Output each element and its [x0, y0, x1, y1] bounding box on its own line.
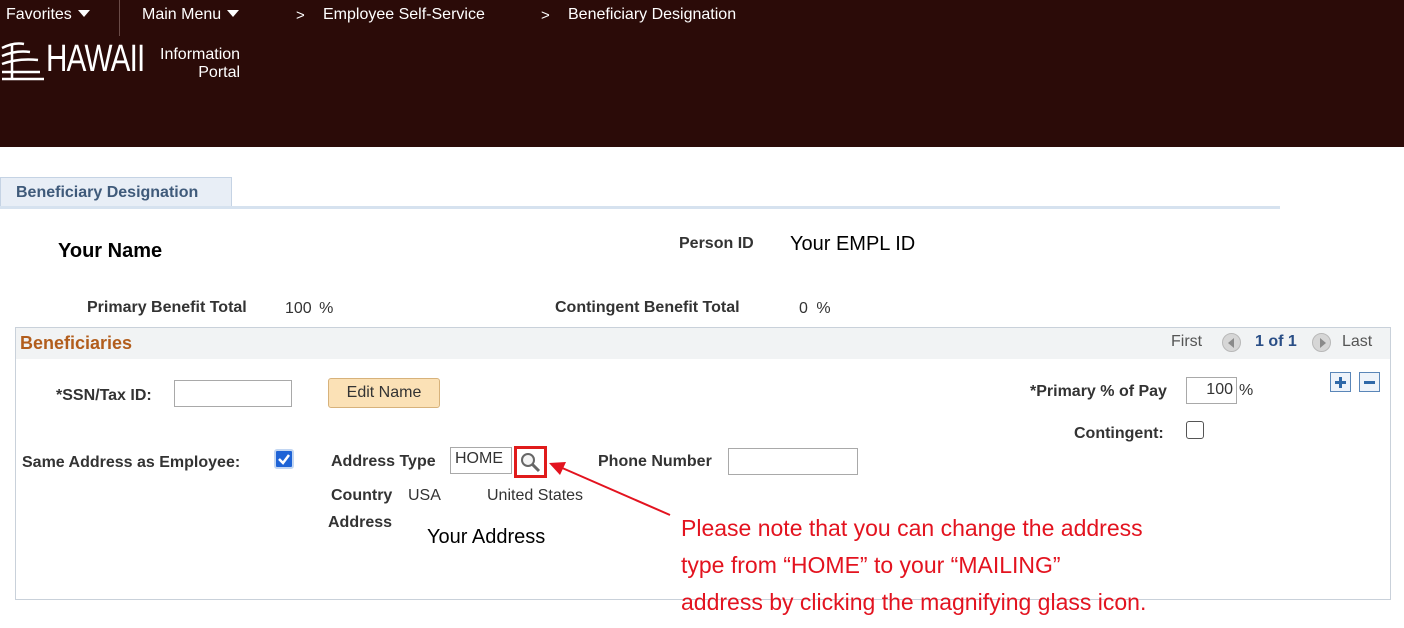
same-address-checkbox[interactable] [274, 449, 294, 469]
logo-subtitle-line2: Portal [198, 64, 241, 81]
address-type-label: Address Type [331, 453, 436, 470]
contingent-benefit-total-label: Contingent Benefit Total [555, 299, 740, 316]
contingent-benefit-total-value: 0 % [799, 300, 831, 318]
portal-header: Favorites Main Menu > Employee Self-Serv… [0, 0, 1404, 147]
primary-pct-unit: % [1239, 382, 1254, 399]
annotation-line-1: Please note that you can change the addr… [681, 515, 1143, 541]
tab-beneficiary-designation[interactable]: Beneficiary Designation [0, 177, 232, 208]
contingent-benefit-total-unit: % [816, 300, 831, 317]
phone-number-input[interactable] [728, 448, 858, 475]
annotation-note: Please note that you can change the addr… [681, 510, 1201, 621]
contingent-benefit-total-number: 0 [799, 300, 808, 317]
ssn-label: *SSN/Tax ID: [56, 387, 152, 404]
primary-pct-input[interactable]: 100 [1186, 377, 1237, 404]
country-code: USA [408, 487, 441, 504]
next-row-button[interactable] [1312, 333, 1331, 352]
delete-row-button[interactable] [1359, 372, 1380, 392]
address-type-input[interactable]: HOME [450, 447, 512, 474]
checkmark-icon [278, 454, 290, 465]
logo-subtitle: Information Portal [160, 46, 240, 82]
primary-benefit-total-value: 100 % [285, 300, 333, 318]
favorites-menu[interactable]: Favorites [6, 6, 90, 24]
primary-benefit-total-unit: % [319, 300, 334, 317]
address-label: Address [328, 514, 393, 531]
main-menu-label: Main Menu [142, 6, 222, 23]
chevron-right-icon [1320, 338, 1326, 348]
nav-divider [119, 0, 120, 36]
breadcrumb-beneficiary-designation: Beneficiary Designation [568, 6, 737, 23]
annotation-arrow-icon [549, 462, 671, 516]
contingent-label: Contingent: [1074, 425, 1164, 442]
pager-count: 1 of 1 [1255, 333, 1297, 350]
pager-first[interactable]: First [1171, 333, 1202, 351]
plus-icon-v [1339, 377, 1342, 388]
previous-row-button[interactable] [1222, 333, 1241, 352]
breadcrumb-separator-icon: > [296, 7, 305, 24]
main-menu[interactable]: Main Menu [142, 6, 240, 24]
beneficiaries-title: Beneficiaries [20, 333, 133, 353]
primary-benefit-total-number: 100 [285, 300, 312, 317]
logo-subtitle-line1: Information [160, 46, 241, 63]
add-row-button[interactable] [1330, 372, 1351, 392]
primary-pct-label: *Primary % of Pay [1030, 383, 1167, 400]
chevron-down-icon [227, 10, 240, 17]
logo-icon [1, 42, 44, 81]
breadcrumb-employee-self-service[interactable]: Employee Self-Service [323, 6, 485, 24]
logo-wordmark: HAWAII [46, 38, 145, 80]
pager-last[interactable]: Last [1342, 333, 1372, 351]
breadcrumb-separator-icon: > [541, 7, 550, 24]
edit-name-button[interactable]: Edit Name [328, 378, 440, 408]
person-id-value: Your EMPL ID [790, 233, 916, 255]
person-id-label: Person ID [679, 235, 754, 252]
contingent-checkbox[interactable] [1186, 421, 1204, 439]
country-label: Country [331, 487, 393, 504]
annotation-line-2: type from “HOME” to your “MAILING” [681, 552, 1061, 578]
minus-icon [1364, 381, 1375, 384]
chevron-down-icon [77, 10, 90, 17]
tab-underline [0, 206, 1280, 209]
ssn-input[interactable] [174, 380, 292, 407]
primary-benefit-total-label: Primary Benefit Total [87, 299, 247, 316]
same-address-label: Same Address as Employee: [22, 454, 241, 471]
employee-name: Your Name [58, 240, 163, 262]
chevron-left-icon [1228, 338, 1234, 348]
annotation-line-3: address by clicking the magnifying glass… [681, 589, 1147, 615]
favorites-label: Favorites [6, 6, 72, 23]
address-value: Your Address [427, 526, 546, 548]
